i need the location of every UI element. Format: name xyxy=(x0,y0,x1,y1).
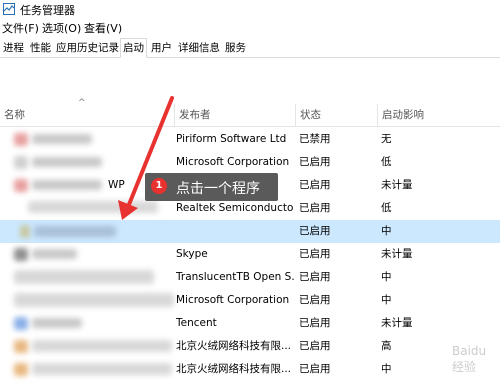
baidu-watermark: Baidu 经验 xyxy=(452,344,487,374)
row-impact: 低 xyxy=(381,202,392,214)
task-manager-icon xyxy=(3,3,15,15)
row-impact: 无 xyxy=(381,133,392,145)
app-icon xyxy=(14,156,28,169)
row-status: 已启用 xyxy=(299,363,331,375)
tab-users[interactable]: 用户 xyxy=(148,38,175,58)
app-icon xyxy=(20,225,30,238)
row-impact: 未计量 xyxy=(381,317,413,329)
row-publisher xyxy=(176,220,294,243)
app-icon xyxy=(14,340,28,353)
row-name-redacted xyxy=(14,270,154,284)
row-name-suffix: WP xyxy=(108,179,125,191)
header-impact[interactable]: 启动影响 xyxy=(377,104,500,126)
table-row[interactable]: Microsoft Corporation 已启用 低 xyxy=(0,151,500,174)
title-bar: 任务管理器 xyxy=(0,0,500,18)
menu-options[interactable]: 选项(O) xyxy=(42,20,81,36)
tab-processes[interactable]: 进程 xyxy=(0,38,27,58)
row-status: 已启用 xyxy=(299,225,331,237)
row-name-redacted xyxy=(32,180,102,190)
row-name-redacted xyxy=(32,249,77,259)
tab-bar: 进程 性能 应用历史记录 启动 用户 详细信息 服务 xyxy=(0,38,500,58)
column-headers: 名称 发布者 状态 启动影响 xyxy=(0,104,500,127)
row-impact: 中 xyxy=(381,225,392,237)
menu-file[interactable]: 文件(F) xyxy=(2,20,39,36)
row-status: 已启用 xyxy=(299,271,331,283)
row-impact: 未计量 xyxy=(381,179,413,191)
row-status: 已启用 xyxy=(299,156,331,168)
tab-app-history[interactable]: 应用历史记录 xyxy=(53,38,122,58)
row-publisher: 北京火绒网络科技有限... xyxy=(176,340,292,352)
step-badge: 1 xyxy=(151,178,167,194)
tab-services[interactable]: 服务 xyxy=(222,38,249,58)
row-publisher: Microsoft Corporation xyxy=(176,156,290,168)
table-row[interactable]: Skype 已启用 未计量 xyxy=(0,243,500,266)
app-icon xyxy=(14,317,28,330)
header-status[interactable]: 状态 xyxy=(295,104,377,126)
row-impact: 未计量 xyxy=(381,248,413,260)
row-status: 已启用 xyxy=(299,248,331,260)
row-name-redacted xyxy=(28,201,158,213)
row-status: 已启用 xyxy=(299,179,331,191)
window-title: 任务管理器 xyxy=(20,4,75,17)
row-impact: 中 xyxy=(381,294,392,306)
header-name[interactable]: 名称 xyxy=(0,104,174,126)
app-icon xyxy=(14,248,28,261)
tab-startup[interactable]: 启动 xyxy=(120,38,147,58)
row-status: 已启用 xyxy=(299,294,331,306)
row-name-redacted xyxy=(32,134,92,144)
app-icon xyxy=(14,133,28,146)
row-status: 已启用 xyxy=(299,340,331,352)
menu-view[interactable]: 查看(V) xyxy=(84,20,122,36)
row-status: 已启用 xyxy=(299,317,331,329)
table-row[interactable]: Microsoft Corporation 已启用 中 xyxy=(0,289,500,312)
app-icon xyxy=(14,363,28,376)
row-name-redacted xyxy=(34,226,116,237)
tab-details[interactable]: 详细信息 xyxy=(175,38,223,58)
row-status: 已启用 xyxy=(299,202,331,214)
row-publisher: Skype xyxy=(176,248,208,260)
row-name-redacted xyxy=(32,363,172,375)
row-impact: 低 xyxy=(381,156,392,168)
table-row[interactable]: TranslucentTB Open S... 已启用 中 xyxy=(0,266,500,289)
table-row[interactable]: 北京火绒网络科技有限... 已启用 中 xyxy=(0,358,500,381)
table-row[interactable]: 北京火绒网络科技有限... 已启用 高 xyxy=(0,335,500,358)
table-row[interactable]: Tencent 已启用 未计量 xyxy=(0,312,500,335)
row-status: 已禁用 xyxy=(299,133,331,145)
callout-text: 点击一个程序 xyxy=(176,181,260,197)
row-publisher: 北京火绒网络科技有限... xyxy=(176,363,292,375)
row-name-redacted xyxy=(14,293,174,307)
menu-bar: 文件(F) 选项(O) 查看(V) xyxy=(0,18,500,36)
row-publisher: Tencent xyxy=(176,317,217,329)
row-name-redacted xyxy=(32,340,172,352)
row-name-redacted xyxy=(32,157,102,167)
row-publisher: TranslucentTB Open S... xyxy=(176,271,294,283)
row-publisher: Piriform Software Ltd xyxy=(176,133,287,145)
app-icon xyxy=(14,179,28,192)
row-name-redacted xyxy=(32,318,82,328)
row-publisher: Microsoft Corporation xyxy=(176,294,290,306)
tab-performance[interactable]: 性能 xyxy=(27,38,54,58)
table-row[interactable]: Piriform Software Ltd 已禁用 无 xyxy=(0,128,500,151)
row-impact: 中 xyxy=(381,271,392,283)
table-row-selected[interactable]: 已启用 中 xyxy=(0,220,500,243)
header-publisher[interactable]: 发布者 xyxy=(174,104,295,126)
